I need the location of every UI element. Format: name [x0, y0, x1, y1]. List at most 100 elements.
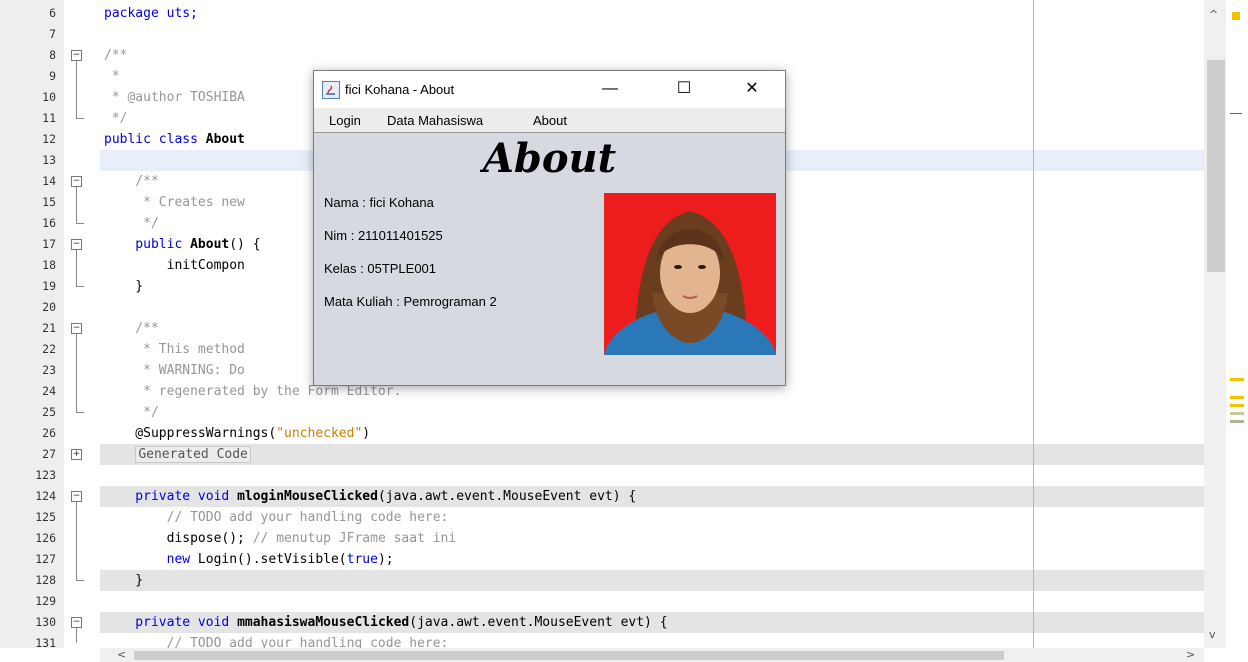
code-line[interactable]: } [104, 276, 143, 297]
code-token: About [205, 132, 245, 147]
profile-photo [604, 193, 776, 355]
code-line[interactable]: */ [104, 402, 159, 423]
line-number: 25 [42, 405, 56, 419]
minimize-icon[interactable]: — [596, 79, 624, 99]
code-token: } [104, 573, 144, 588]
code-token: (java.awt.event.MouseEvent evt) { [377, 489, 637, 504]
code-token: */ [104, 111, 128, 126]
error-stripe-mark[interactable] [1230, 378, 1244, 381]
code-token: mmahasiswaMouseClicked [237, 615, 410, 630]
line-number: 130 [35, 615, 56, 629]
horizontal-scroll-thumb[interactable] [134, 651, 1004, 660]
code-token: * @author TOSHIBA [104, 90, 245, 105]
close-icon[interactable]: ✕ [738, 79, 766, 99]
collapse-fold-icon[interactable]: − [71, 491, 82, 502]
code-line[interactable]: private void mloginMouseClicked(java.awt… [104, 486, 636, 507]
code-line[interactable]: * [104, 66, 120, 87]
code-token: * [104, 69, 120, 84]
code-line[interactable]: */ [104, 108, 128, 129]
line-number: 6 [49, 6, 56, 20]
line-number: 16 [42, 216, 56, 230]
window-titlebar[interactable]: fici Kohana - About — ☐ ✕ [314, 71, 785, 108]
code-line[interactable]: dispose(); // menutup JFrame saat ini [104, 528, 457, 549]
code-line[interactable]: /** [104, 45, 127, 66]
generated-code-fold[interactable]: Generated Code [135, 446, 251, 463]
line-number: 21 [42, 321, 56, 335]
kelas-label: Kelas : 05TPLE001 [324, 261, 437, 276]
error-stripe-mark[interactable] [1230, 396, 1244, 399]
caret-position-mark [1230, 113, 1242, 114]
line-number: 129 [35, 594, 56, 608]
line-number: 8 [49, 48, 56, 62]
code-token: ) [362, 426, 371, 441]
menu-login[interactable]: Login [329, 113, 361, 128]
fold-guide-line [76, 61, 77, 118]
error-stripe-mark[interactable] [1230, 412, 1244, 415]
scroll-up-icon[interactable]: ^ [1209, 8, 1218, 21]
code-token: * This method [104, 342, 245, 357]
line-number: 24 [42, 384, 56, 398]
code-line[interactable]: * @author TOSHIBA [104, 87, 245, 108]
code-line[interactable]: public class About [104, 129, 245, 150]
code-line[interactable]: } [104, 570, 143, 591]
code-token: package uts; [104, 6, 198, 21]
line-number: 125 [35, 510, 56, 524]
line-number: 13 [42, 153, 56, 167]
code-token: "unchecked" [276, 426, 363, 441]
code-token: About [190, 237, 230, 252]
fold-guide-line [76, 502, 77, 580]
line-number: 11 [42, 111, 56, 125]
menu-data-mahasiswa[interactable]: Data Mahasiswa [387, 113, 483, 128]
collapse-fold-icon[interactable]: − [71, 323, 82, 334]
error-stripe-warning-icon[interactable] [1232, 12, 1240, 20]
code-line[interactable]: new Login().setVisible(true); [104, 549, 394, 570]
code-token: mloginMouseClicked [237, 489, 378, 504]
line-number: 18 [42, 258, 56, 272]
fold-guide-line [76, 187, 77, 223]
code-token: @SuppressWarnings( [104, 426, 277, 441]
code-line[interactable]: public About() { [104, 234, 261, 255]
code-line[interactable]: /** [104, 318, 159, 339]
code-line[interactable]: initCompon [104, 255, 245, 276]
collapse-fold-icon[interactable]: − [71, 50, 82, 61]
scroll-right-icon[interactable]: > [1186, 648, 1195, 661]
line-number: 126 [35, 531, 56, 545]
code-line[interactable]: @SuppressWarnings("unchecked") [104, 423, 370, 444]
code-line[interactable]: * Creates new [104, 192, 245, 213]
fold-column [64, 0, 100, 648]
code-token: dispose(); [104, 531, 253, 546]
menu-about[interactable]: About [533, 113, 567, 128]
code-line[interactable]: // TODO add your handling code here: [104, 507, 449, 528]
code-line[interactable]: Generated Code [104, 444, 251, 465]
collapse-fold-icon[interactable]: − [71, 617, 82, 628]
right-margin-line [1033, 0, 1034, 648]
expand-fold-icon[interactable]: + [71, 449, 82, 460]
scroll-down-icon[interactable]: v [1209, 628, 1216, 641]
fold-end-mark [76, 286, 84, 287]
fold-end-mark [76, 223, 84, 224]
code-token: // TODO add your handling code here: [104, 510, 449, 525]
line-number-gutter: 6 7 8 9 10 11 12 13 14 15 16 17 18 19 20 21 22 23 24 25 26 27… [0, 0, 65, 650]
collapse-fold-icon[interactable]: − [71, 239, 82, 250]
scroll-left-icon[interactable]: < [117, 648, 126, 661]
nim-label: Nim : 211011401525 [324, 228, 443, 243]
error-stripe-mark[interactable] [1230, 420, 1244, 423]
line-number: 128 [35, 573, 56, 587]
about-window[interactable]: fici Kohana - About — ☐ ✕ Login Data Mah… [313, 70, 786, 386]
vertical-scroll-thumb[interactable] [1207, 60, 1225, 272]
code-line[interactable]: private void mmahasiswaMouseClicked(java… [104, 612, 667, 633]
mata-kuliah-label: Mata Kuliah : Pemrograman 2 [324, 294, 497, 309]
code-token: () { [229, 237, 261, 252]
line-number: 123 [35, 468, 56, 482]
about-heading: About [482, 135, 617, 182]
code-line[interactable]: /** [104, 171, 159, 192]
line-number: 12 [42, 132, 56, 146]
code-line[interactable]: */ [104, 213, 159, 234]
fold-guide-line [76, 334, 77, 412]
maximize-icon[interactable]: ☐ [670, 79, 698, 99]
code-token: /** [104, 174, 159, 189]
code-line[interactable]: package uts; [104, 3, 198, 24]
error-stripe-mark[interactable] [1230, 404, 1244, 407]
code-token: /** [104, 48, 128, 63]
collapse-fold-icon[interactable]: − [71, 176, 82, 187]
